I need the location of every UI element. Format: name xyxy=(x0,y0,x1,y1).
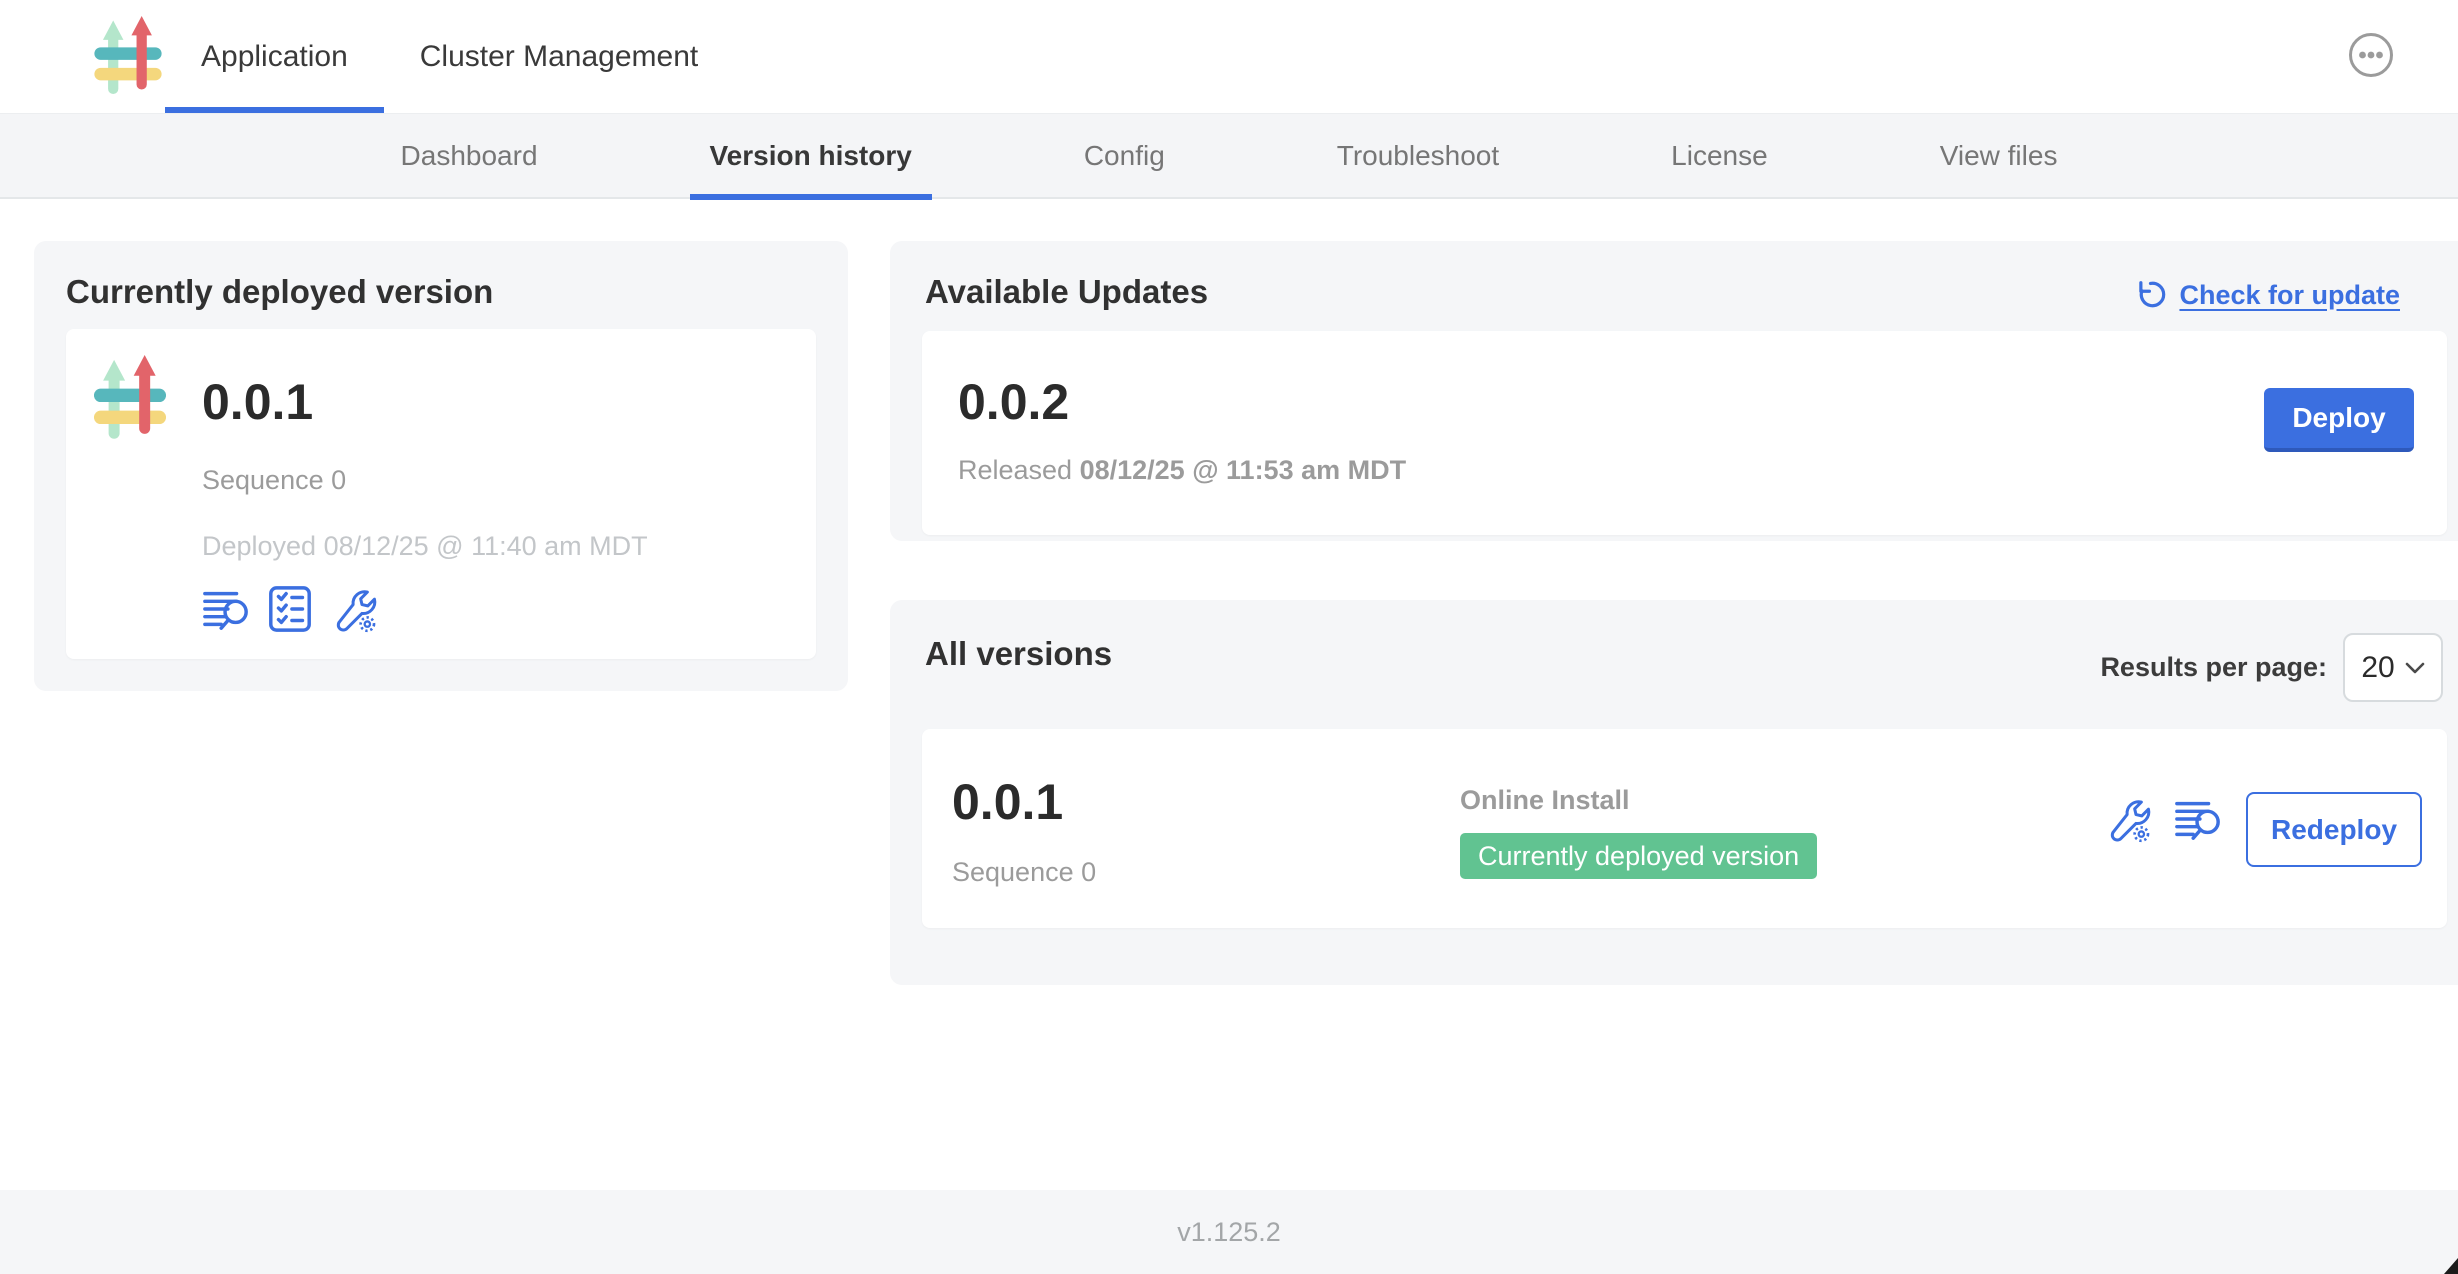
tab-dashboard[interactable]: Dashboard xyxy=(381,114,558,198)
currently-deployed-badge: Currently deployed version xyxy=(1460,833,1817,879)
tab-troubleshoot[interactable]: Troubleshoot xyxy=(1317,114,1519,198)
version-row: 0.0.1 Sequence 0 Online Install Currentl… xyxy=(922,729,2447,928)
row-install-type: Online Install xyxy=(1460,785,1630,816)
refresh-icon xyxy=(2135,279,2167,311)
preflight-checks-icon[interactable] xyxy=(266,585,314,633)
row-sequence: Sequence 0 xyxy=(952,857,1096,888)
row-actions xyxy=(2104,795,2222,843)
page-footer: v1.125.2 xyxy=(0,1190,2458,1274)
update-row: 0.0.2 Released 08/12/25 @ 11:53 am MDT D… xyxy=(922,331,2447,535)
release-notes-icon[interactable] xyxy=(202,585,250,633)
check-for-update-label: Check for update xyxy=(2179,280,2400,311)
chevron-down-icon xyxy=(2405,662,2425,674)
deploy-button[interactable]: Deploy xyxy=(2264,388,2414,452)
results-per-page: Results per page: 20 xyxy=(2100,633,2443,702)
tab-cluster-management[interactable]: Cluster Management xyxy=(384,0,734,113)
redeploy-button[interactable]: Redeploy xyxy=(2246,792,2422,867)
currently-deployed-card: Currently deployed version 0.0.1 Sequenc… xyxy=(34,241,848,691)
update-released-timestamp: Released 08/12/25 @ 11:53 am MDT xyxy=(958,455,1406,486)
versions-card-title: All versions xyxy=(925,635,1112,673)
overflow-menu-button[interactable] xyxy=(2348,32,2394,78)
deployed-timestamp: Deployed 08/12/25 @ 11:40 am MDT xyxy=(202,531,648,562)
config-icon[interactable] xyxy=(330,585,378,633)
config-icon[interactable] xyxy=(2104,795,2152,843)
results-per-page-label: Results per page: xyxy=(2100,652,2327,683)
app-subnav: Dashboard Version history Config Trouble… xyxy=(0,113,2458,199)
release-notes-icon[interactable] xyxy=(2174,795,2222,843)
deployed-version-number: 0.0.1 xyxy=(202,373,313,431)
deployed-version-panel: 0.0.1 Sequence 0 Deployed 08/12/25 @ 11:… xyxy=(66,329,816,659)
top-header: Application Cluster Management xyxy=(0,0,2458,113)
results-per-page-select[interactable]: 20 xyxy=(2343,633,2443,702)
check-for-update-link[interactable]: Check for update xyxy=(2135,279,2400,311)
updates-card-title: Available Updates xyxy=(925,273,1208,311)
app-logo-icon xyxy=(92,16,164,98)
deployed-sequence: Sequence 0 xyxy=(202,465,346,496)
console-version: v1.125.2 xyxy=(1177,1217,1281,1248)
app-logo-icon xyxy=(94,355,166,443)
tab-config[interactable]: Config xyxy=(1064,114,1185,198)
tab-application[interactable]: Application xyxy=(165,0,384,113)
cursor-artifact xyxy=(2444,1258,2458,1274)
header-tabs: Application Cluster Management xyxy=(165,0,734,113)
tab-license[interactable]: License xyxy=(1651,114,1788,198)
tab-view-files[interactable]: View files xyxy=(1920,114,2078,198)
deployed-actions xyxy=(202,585,378,633)
results-per-page-value: 20 xyxy=(2361,651,2394,685)
update-version-number: 0.0.2 xyxy=(958,373,1069,431)
deployed-card-title: Currently deployed version xyxy=(66,273,493,311)
available-updates-card: Available Updates Check for update 0.0.2… xyxy=(890,241,2458,541)
row-version-number: 0.0.1 xyxy=(952,773,1063,831)
admin-console-page: Application Cluster Management Dashboard… xyxy=(0,0,2458,1274)
all-versions-card: All versions Results per page: 20 0.0.1 … xyxy=(890,600,2458,985)
tab-version-history[interactable]: Version history xyxy=(690,114,932,198)
